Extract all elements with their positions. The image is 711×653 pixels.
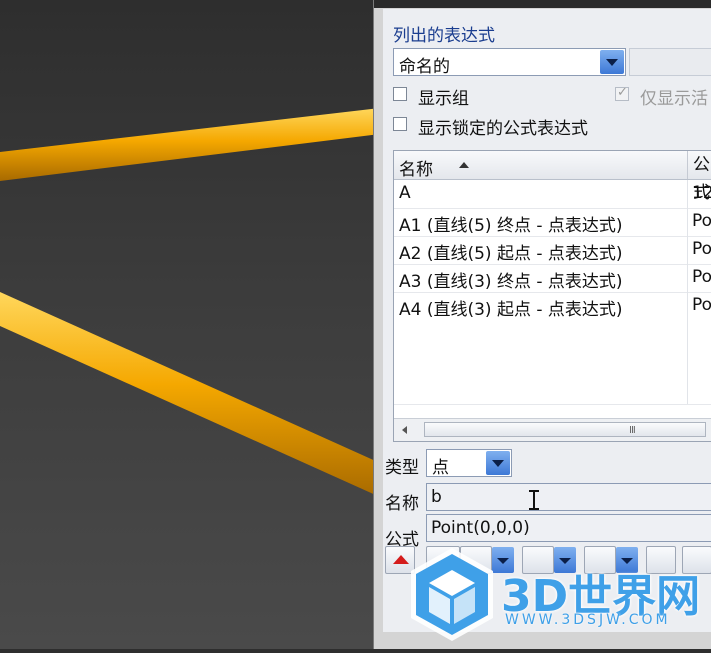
checkbox-box <box>615 85 629 101</box>
chevron-down-icon[interactable] <box>486 451 510 475</box>
formula-value: Point(0,0,0) <box>431 518 530 538</box>
chevron-down-icon[interactable] <box>554 547 576 573</box>
collapse-up-icon[interactable] <box>385 546 415 574</box>
scroll-left-icon[interactable] <box>396 421 414 439</box>
row-name: A1 (直线(5) 终点 - 点表达式) <box>399 216 623 236</box>
row-formula: Poin <box>692 267 711 287</box>
list-icon[interactable] <box>682 546 711 574</box>
show-locked-label: 显示锁定的公式表达式 <box>418 119 588 139</box>
rod-upper <box>0 108 380 181</box>
type-label: 类型 <box>385 458 419 478</box>
column-header-formula[interactable]: 公式 <box>687 151 711 203</box>
row-name: A4 (直线(3) 起点 - 点表达式) <box>399 300 623 320</box>
empty-row <box>394 348 711 377</box>
measure-icon[interactable] <box>460 546 492 574</box>
parameter-icon[interactable] <box>584 546 616 574</box>
show-active-only-label: 仅显示活 <box>640 89 708 109</box>
filter-value: 命名的 <box>399 57 450 77</box>
rod-lower <box>0 292 380 497</box>
expression-link-icon[interactable] <box>522 546 554 574</box>
chevron-down-icon[interactable] <box>600 50 624 74</box>
scrollbar-thumb[interactable]: III <box>424 422 706 437</box>
table-row[interactable]: A3 (直线(3) 终点 - 点表达式) Poin <box>394 264 711 293</box>
table-row[interactable]: A2 (直线(5) 起点 - 点表达式) Poin <box>394 236 711 265</box>
row-name: A3 (直线(3) 终点 - 点表达式) <box>399 272 623 292</box>
table-header: 名称 公式 <box>394 151 711 203</box>
listed-expressions-label: 列出的表达式 <box>393 26 495 46</box>
expression-dialog: 列出的表达式 命名的 显示组 仅显示活 显示锁定的公式表达式 名称 公式 A <box>373 0 711 649</box>
expressions-table: 名称 公式 A 12 A1 (直线(5) 终点 - 点表达式) Poin A2 … <box>393 150 711 442</box>
formula-input[interactable]: Point(0,0,0) <box>426 514 711 542</box>
text-cursor-icon <box>529 490 539 510</box>
expression-filter-select[interactable]: 命名的 <box>393 48 626 77</box>
dialog-titlebar <box>374 0 711 8</box>
empty-row <box>394 376 711 405</box>
table-row[interactable]: A 12 <box>394 180 711 209</box>
name-input[interactable]: b <box>426 483 711 511</box>
scroll-grip: III <box>629 425 636 436</box>
row-name: A2 (直线(5) 起点 - 点表达式) <box>399 244 623 264</box>
table-row[interactable]: A1 (直线(5) 终点 - 点表达式) Poin <box>394 208 711 237</box>
chevron-down-icon[interactable] <box>492 547 514 573</box>
table-row[interactable]: A4 (直线(3) 起点 - 点表达式) Poin <box>394 292 711 321</box>
open-folder-icon[interactable] <box>646 546 676 574</box>
row-formula: 12 <box>692 183 711 203</box>
column-header-name[interactable]: 名称 <box>399 155 433 180</box>
dialog-body: 列出的表达式 命名的 显示组 仅显示活 显示锁定的公式表达式 名称 公式 A <box>383 9 711 632</box>
row-name: A <box>399 183 411 203</box>
horizontal-scrollbar[interactable]: III <box>394 418 711 441</box>
sort-ascending-icon <box>459 162 469 168</box>
row-formula: Poin <box>692 239 711 259</box>
type-select[interactable]: 点 <box>426 449 512 478</box>
function-icon[interactable] <box>426 546 460 574</box>
row-formula: Poin <box>692 211 711 231</box>
name-label: 名称 <box>385 494 419 514</box>
checkbox-box[interactable] <box>393 117 407 131</box>
show-groups-label: 显示组 <box>418 89 469 109</box>
chevron-down-icon[interactable] <box>616 547 638 573</box>
type-value: 点 <box>432 458 449 478</box>
name-value: b <box>431 487 442 507</box>
row-formula: Poin <box>692 295 711 315</box>
empty-row <box>394 320 711 349</box>
checkbox-box[interactable] <box>393 87 407 101</box>
disabled-field <box>629 48 711 76</box>
